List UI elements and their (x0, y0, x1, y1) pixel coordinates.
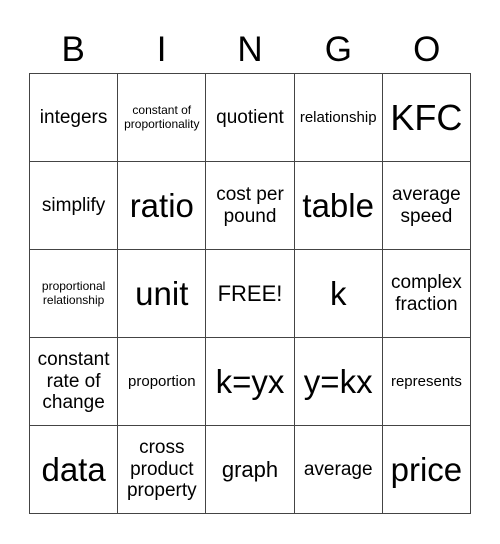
bingo-cell[interactable]: relationship (294, 74, 383, 162)
cell-text: FREE! (217, 280, 283, 306)
bingo-cell[interactable]: proportion (118, 338, 207, 426)
bingo-cell[interactable]: data (30, 426, 119, 514)
bingo-cell[interactable]: unit (118, 250, 207, 338)
cell-text: price (390, 450, 463, 488)
bingo-cell[interactable]: average speed (382, 162, 471, 250)
bingo-cell[interactable]: y=kx (294, 338, 383, 426)
bingo-header: B I N G O (29, 28, 471, 72)
cell-text: constant rate of change (37, 348, 110, 414)
cell-text: relationship (299, 108, 377, 126)
bingo-cell[interactable]: proportional relationship (30, 250, 119, 338)
cell-text: y=kx (303, 362, 373, 400)
cell-text: k (329, 274, 347, 312)
cell-text: unit (135, 274, 189, 312)
cell-text: proportional relationship (41, 278, 106, 307)
cell-text: KFC (390, 96, 463, 138)
bingo-cell[interactable]: KFC (382, 74, 471, 162)
cell-text: average (303, 458, 373, 480)
cell-text: integers (39, 106, 108, 128)
cell-text: quotient (216, 106, 284, 128)
bingo-cell[interactable]: integers (30, 74, 119, 162)
cell-text: cost per pound (216, 183, 284, 227)
cell-text: k=yx (215, 362, 285, 400)
cell-text: represents (390, 372, 462, 390)
bingo-cell[interactable]: constant rate of change (30, 338, 119, 426)
bingo-cell[interactable]: quotient (206, 74, 295, 162)
bingo-cell[interactable]: ratio (118, 162, 207, 250)
bingo-cell[interactable]: table (294, 162, 383, 250)
bingo-cell[interactable]: represents (382, 338, 471, 426)
cell-text: proportion (128, 372, 196, 390)
bingo-cell[interactable]: graph (206, 426, 295, 514)
cell-text: ratio (129, 186, 194, 224)
bingo-grid: integers constant of proportionality quoti… (29, 73, 471, 514)
cell-text: complex fraction (391, 271, 462, 315)
header-letter-o: O (413, 30, 441, 69)
cell-text: table (302, 186, 374, 224)
header-letter-n: N (237, 30, 263, 69)
bingo-cell[interactable]: average (294, 426, 383, 514)
bingo-cell[interactable]: complex fraction (382, 250, 471, 338)
bingo-cell[interactable]: constant of proportionality (118, 74, 207, 162)
bingo-cell[interactable]: k (294, 250, 383, 338)
cell-text: average speed (392, 183, 461, 227)
cell-text: data (41, 450, 106, 488)
cell-text: constant of proportionality (124, 102, 200, 131)
cell-text: graph (221, 456, 279, 482)
bingo-cell[interactable]: k=yx (206, 338, 295, 426)
bingo-cell[interactable]: price (382, 426, 471, 514)
cell-text: simplify (41, 194, 106, 216)
free-space-cell[interactable]: FREE! (206, 250, 295, 338)
bingo-cell[interactable]: simplify (30, 162, 119, 250)
bingo-cell[interactable]: cross product property (118, 426, 207, 514)
cell-text: cross product property (126, 436, 197, 502)
header-letter-g: G (324, 30, 352, 69)
header-letter-b: B (61, 30, 85, 69)
bingo-cell[interactable]: cost per pound (206, 162, 295, 250)
header-letter-i: I (156, 30, 167, 69)
